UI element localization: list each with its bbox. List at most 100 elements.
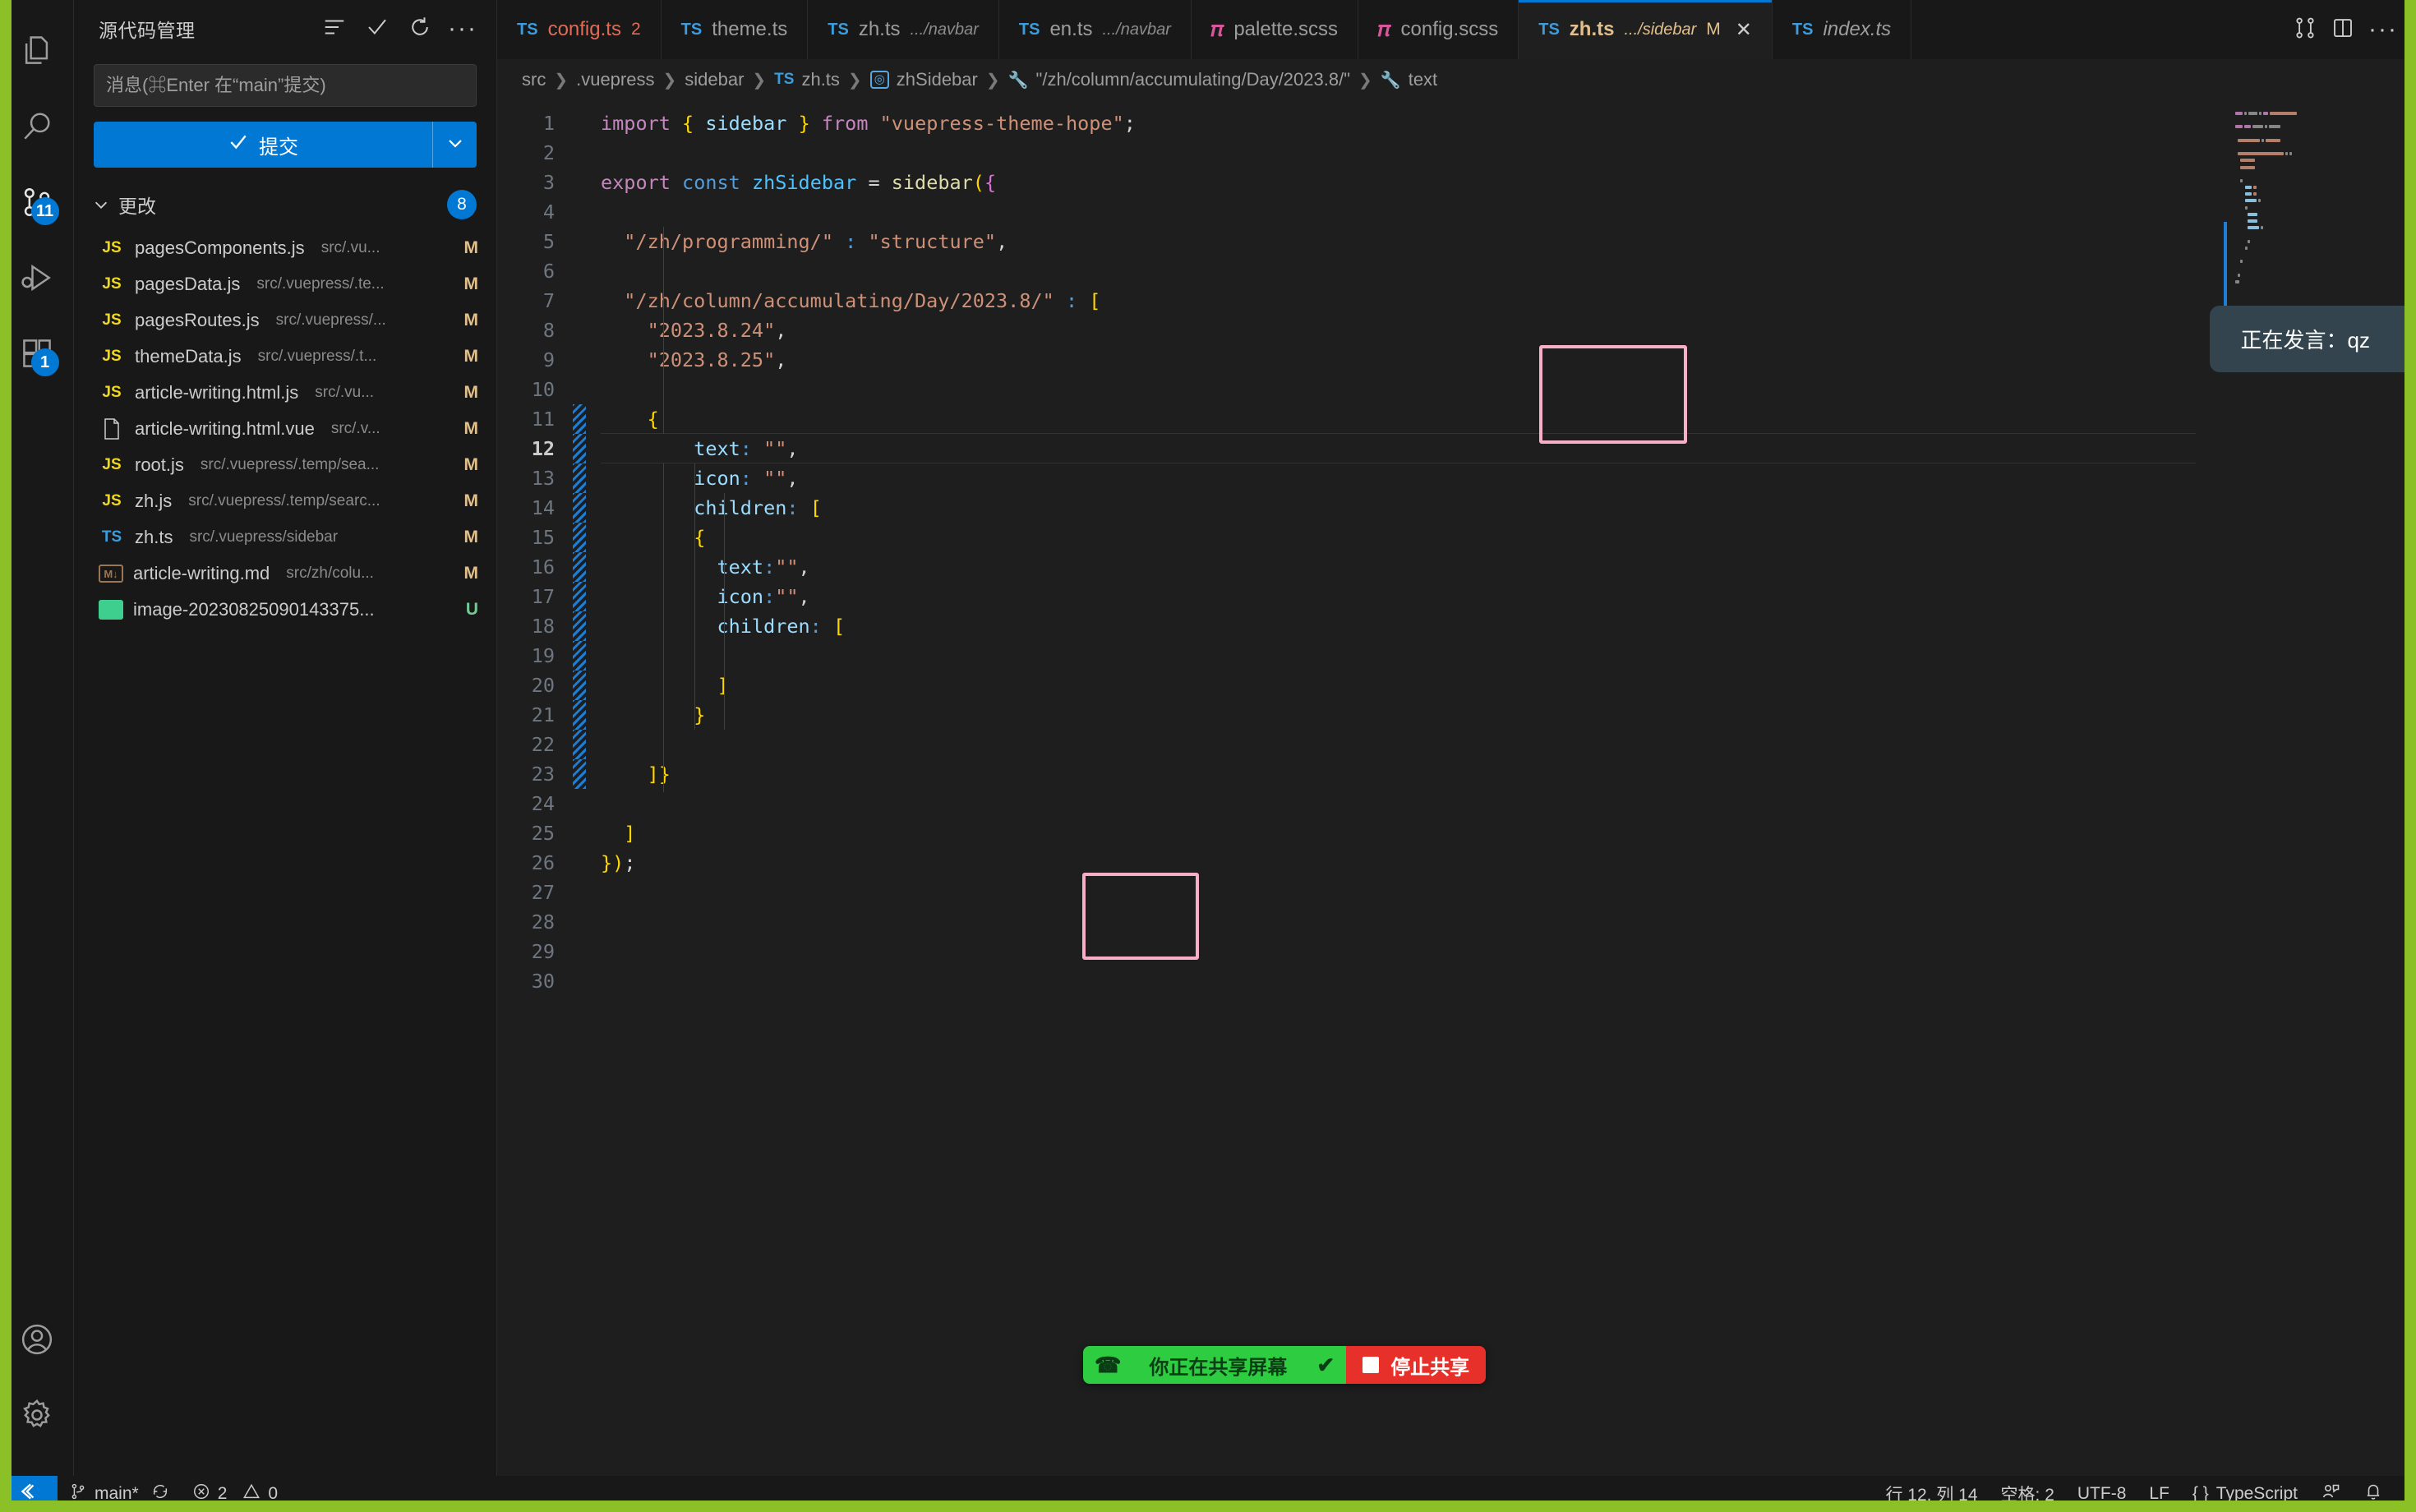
commit-dropdown-button[interactable]: [432, 122, 477, 168]
code-line[interactable]: 20 ]: [497, 671, 2219, 700]
status-encoding[interactable]: UTF-8: [2066, 1476, 2138, 1512]
code-line[interactable]: 27: [497, 878, 2219, 907]
minimap-indent: [2234, 192, 2243, 197]
commit-button[interactable]: 提交: [94, 122, 432, 168]
code-line[interactable]: 25 ]: [497, 818, 2219, 848]
changed-file-status: M: [463, 491, 479, 510]
changed-file-row[interactable]: JS pagesComponents.js src/.vu... M: [74, 230, 496, 266]
code-line[interactable]: 28: [497, 907, 2219, 937]
sidebar-title: 源代码管理: [99, 20, 196, 41]
refresh-button[interactable]: [401, 10, 439, 48]
remote-window-button[interactable]: [0, 1476, 58, 1512]
ellipsis-icon[interactable]: ···: [2368, 17, 2398, 42]
activity-item-run-debug[interactable]: [0, 242, 74, 317]
code-line[interactable]: 9 "2023.8.25",: [497, 345, 2219, 375]
code-lines[interactable]: 1 import { sidebar } from "vuepress-theme…: [497, 100, 2219, 996]
code-line[interactable]: 24: [497, 789, 2219, 818]
status-indentation[interactable]: 空格: 2: [1990, 1476, 2066, 1512]
changed-file-row[interactable]: JS pagesData.js src/.vuepress/.te... M: [74, 266, 496, 302]
activity-item-extensions[interactable]: 1: [0, 317, 74, 393]
view-as-list-button[interactable]: [316, 10, 353, 48]
js-file-icon: JS: [102, 456, 122, 473]
status-error-count: 2: [217, 1484, 228, 1503]
close-icon[interactable]: ✕: [1736, 18, 1752, 42]
code-line[interactable]: 18 children: [: [497, 611, 2219, 641]
breadcrumb-separator: ❯: [847, 71, 862, 90]
code-scroll-area[interactable]: 1 import { sidebar } from "vuepress-theme…: [497, 100, 2219, 1476]
code-line[interactable]: 13 icon: "",: [497, 463, 2219, 493]
code-line[interactable]: 15 {: [497, 523, 2219, 552]
editor-tab[interactable]: 𝜋 config.scss: [1358, 0, 1519, 59]
code-line[interactable]: 26});: [497, 848, 2219, 878]
code-line[interactable]: 3 export const zhSidebar = sidebar({: [497, 168, 2219, 197]
commit-message-input[interactable]: [94, 64, 477, 107]
breadcrumb-item[interactable]: TS zh.ts: [774, 69, 840, 90]
status-feedback[interactable]: [2309, 1476, 2352, 1512]
code-line[interactable]: 14 children: [: [497, 493, 2219, 523]
activity-item-search[interactable]: [0, 90, 74, 166]
changed-file-row[interactable]: image-20230825090143375... U: [74, 592, 496, 628]
code-line[interactable]: 6: [497, 256, 2219, 286]
status-branch[interactable]: main*: [58, 1476, 181, 1512]
activity-item-explorer[interactable]: [0, 15, 74, 90]
activity-item-accounts[interactable]: [0, 1303, 74, 1379]
activity-item-settings[interactable]: [0, 1379, 74, 1454]
changed-file-row[interactable]: JS pagesRoutes.js src/.vuepress/... M: [74, 302, 496, 339]
line-number: 14: [531, 496, 555, 519]
breadcrumb-item[interactable]: ◎ zhSidebar: [869, 69, 978, 90]
minimap-slider[interactable]: [2404, 100, 2416, 1382]
changed-file-row[interactable]: JS root.js src/.vuepress/.temp/sea... M: [74, 447, 496, 483]
minimap-token: [2269, 112, 2297, 115]
status-language-mode[interactable]: { } TypeScript: [2181, 1476, 2309, 1512]
editor-tab[interactable]: TS config.ts 2: [497, 0, 662, 59]
code-line[interactable]: 22: [497, 730, 2219, 759]
breadcrumb-item[interactable]: sidebar: [685, 69, 744, 90]
code-line[interactable]: 29: [497, 937, 2219, 966]
editor-tab[interactable]: TS zh.ts .../navbar: [808, 0, 999, 59]
code-line[interactable]: 4: [497, 197, 2219, 227]
compare-icon[interactable]: [2293, 16, 2317, 44]
editor-tab[interactable]: TS zh.ts .../sidebar M ✕: [1519, 0, 1773, 59]
minimap-line: [2234, 132, 2398, 137]
changed-file-row[interactable]: article-writing.html.vue src/.v... M: [74, 411, 496, 447]
status-cursor-position[interactable]: 行 12, 列 14: [1874, 1476, 1989, 1512]
more-actions-button[interactable]: ···: [444, 10, 482, 48]
editor-tab[interactable]: TS theme.ts: [661, 0, 809, 59]
split-editor-icon[interactable]: [2331, 16, 2355, 44]
code-line[interactable]: 11 {: [497, 404, 2219, 434]
changed-file-row[interactable]: JS article-writing.html.js src/.vu... M: [74, 375, 496, 411]
code-line[interactable]: 16 text:"",: [497, 552, 2219, 582]
code-line[interactable]: 30: [497, 966, 2219, 996]
code-line[interactable]: 1 import { sidebar } from "vuepress-theme…: [497, 108, 2219, 138]
breadcrumb-item[interactable]: 🔧 text: [1381, 69, 1437, 90]
code-line[interactable]: 10: [497, 375, 2219, 404]
code-line[interactable]: 21 }: [497, 700, 2219, 730]
code-line[interactable]: 2: [497, 138, 2219, 168]
editor-tab[interactable]: 𝜋 palette.scss: [1191, 0, 1359, 59]
breadcrumb-item[interactable]: src: [522, 69, 546, 90]
code-line[interactable]: 8 "2023.8.24",: [497, 316, 2219, 345]
stop-share-button[interactable]: 停止共享: [1346, 1346, 1487, 1384]
breadcrumb-item[interactable]: .vuepress: [576, 69, 654, 90]
code-line[interactable]: 12 text: "",: [497, 433, 2219, 463]
changed-file-row[interactable]: M↓ article-writing.md src/zh/colu... M: [74, 555, 496, 592]
changed-file-row[interactable]: JS zh.js src/.vuepress/.temp/searc... M: [74, 483, 496, 519]
breadcrumb-item[interactable]: 🔧 "/zh/column/accumulating/Day/2023.8/": [1008, 69, 1350, 90]
code-line[interactable]: 5 "/zh/programming/" : "structure",: [497, 227, 2219, 256]
editor-tab[interactable]: TS index.ts: [1772, 0, 1912, 59]
status-notifications[interactable]: [2352, 1476, 2395, 1512]
changed-file-row[interactable]: JS themeData.js src/.vuepress/.t... M: [74, 339, 496, 375]
refresh-icon: [408, 15, 432, 44]
code-line[interactable]: 7 "/zh/column/accumulating/Day/2023.8/" …: [497, 286, 2219, 316]
changes-group-header[interactable]: 更改 8: [74, 184, 496, 225]
status-eol[interactable]: LF: [2137, 1476, 2181, 1512]
changed-file-row[interactable]: TS zh.ts src/.vuepress/sidebar M: [74, 519, 496, 555]
indent-guide: [694, 463, 695, 730]
code-line[interactable]: 23 ]}: [497, 759, 2219, 789]
status-problems[interactable]: 2 0: [181, 1476, 289, 1512]
activity-item-source-control[interactable]: 11: [0, 166, 74, 242]
code-line[interactable]: 19: [497, 641, 2219, 671]
commit-check-button[interactable]: [358, 10, 396, 48]
editor-tab[interactable]: TS en.ts .../navbar: [998, 0, 1192, 59]
code-line[interactable]: 17 icon:"",: [497, 582, 2219, 611]
